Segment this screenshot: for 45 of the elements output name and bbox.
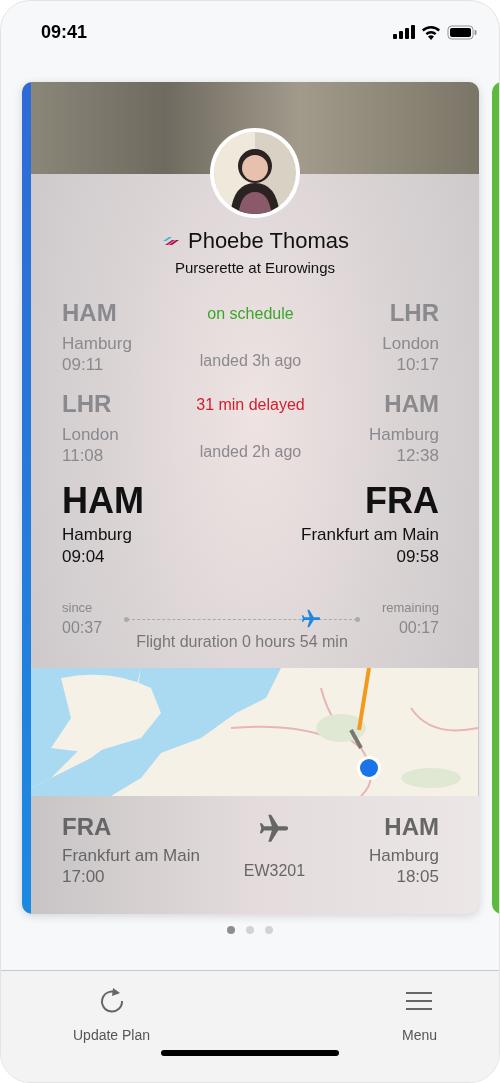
airport-code: HAM <box>384 389 439 419</box>
wifi-icon <box>421 24 441 40</box>
airport-code: LHR <box>62 389 112 419</box>
remaining-label: remaining <box>381 600 439 615</box>
menu-button[interactable]: Menu <box>399 971 439 1043</box>
flight-duration: Flight duration 0 hours 54 min <box>136 633 348 651</box>
crew-name: Phoebe Thomas <box>187 228 349 254</box>
city-name: Hamburg <box>369 424 439 445</box>
flight-time: 17:00 <box>62 866 105 887</box>
city-name: Hamburg <box>369 845 439 866</box>
flight-time: 10:17 <box>396 354 439 375</box>
signal-icon <box>393 25 415 39</box>
elapsed-time: 00:37 <box>62 619 103 637</box>
since-label: since <box>62 600 93 615</box>
flight-number: EW3201 <box>243 862 306 880</box>
flight-time: 09:11 <box>62 354 104 375</box>
status-time: 09:41 <box>41 21 88 43</box>
page-dot[interactable] <box>246 926 254 934</box>
airport-code: FRA <box>365 480 439 522</box>
city-name: Hamburg <box>62 524 132 546</box>
page-dot[interactable] <box>265 926 273 934</box>
airport-code: LHR <box>389 298 439 328</box>
city-name: Hamburg <box>62 333 132 354</box>
city-name: London <box>62 424 119 445</box>
flight-status: on schedule <box>207 304 294 324</box>
flight-time: 12:38 <box>396 445 439 466</box>
flight-time: 11:08 <box>62 445 104 466</box>
airport-code: HAM <box>384 812 439 842</box>
airport-code: FRA <box>62 812 112 842</box>
flight-time: 09:58 <box>396 546 439 568</box>
crew-role: Purserette at Eurowings <box>173 259 337 276</box>
battery-icon <box>447 24 477 40</box>
remaining-time: 00:17 <box>398 619 439 637</box>
city-name: Frankfurt am Main <box>301 524 439 546</box>
page-dot[interactable] <box>227 926 235 934</box>
flight-status: 31 min delayed <box>196 395 305 415</box>
city-name: London <box>382 333 439 354</box>
landed-note: landed 2h ago <box>199 443 302 461</box>
city-name: Frankfurt am Main <box>62 845 200 866</box>
flight-time: 09:04 <box>62 546 105 568</box>
airport-code: HAM <box>62 298 117 328</box>
flight-time: 18:05 <box>396 866 439 887</box>
airport-code: HAM <box>62 480 144 522</box>
landed-note: landed 3h ago <box>199 352 302 370</box>
update-plan-button[interactable]: Update Plan <box>71 971 153 1043</box>
